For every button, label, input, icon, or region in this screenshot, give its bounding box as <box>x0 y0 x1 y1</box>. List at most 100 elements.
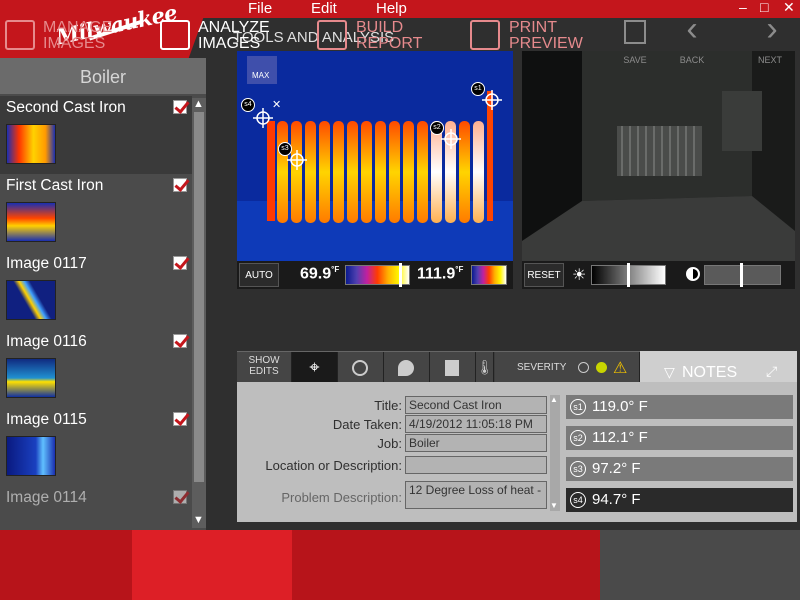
max-label: MAX <box>252 71 270 80</box>
save-button[interactable]: SAVE <box>610 0 660 70</box>
scrollbar-thumb[interactable] <box>194 112 204 482</box>
spot-s3-marker[interactable]: s3 <box>278 142 292 156</box>
spot-badge: s1 <box>570 399 586 416</box>
print-label-2: PREVIEW <box>509 35 583 52</box>
notes-triangle-icon: ▽ <box>664 364 675 380</box>
analyze-images-icon <box>160 20 190 50</box>
show-edits-button[interactable]: SHOW EDITS <box>237 352 292 383</box>
scroll-up-icon[interactable]: ▲ <box>193 98 204 110</box>
analyze-label-2: IMAGES <box>198 35 261 52</box>
sidebar-item-second-cast-iron[interactable]: Second Cast Iron <box>0 96 192 174</box>
location-label: Location or Description: <box>265 458 402 473</box>
temp-max-unit: F <box>458 265 464 274</box>
build-report-icon <box>317 20 347 50</box>
temp-min-value: 69.9 <box>300 265 332 283</box>
palette-knob[interactable] <box>399 263 402 287</box>
sidebar-item-image-0114[interactable]: Image 0114 <box>0 486 192 530</box>
sidebar-item-image-0117[interactable]: Image 0117 <box>0 252 192 330</box>
sidebar-item-first-cast-iron[interactable]: First Cast Iron <box>0 174 192 252</box>
spot-s1-marker[interactable]: s1 <box>471 82 485 96</box>
note-icon <box>445 360 459 376</box>
thumbnail <box>6 436 56 476</box>
contrast-knob[interactable] <box>740 263 743 287</box>
freeform-icon <box>398 360 414 376</box>
details-scroll-down-icon[interactable]: ▼ <box>550 501 558 510</box>
palette-selector[interactable] <box>471 265 507 285</box>
spot-reading-s3[interactable]: s3 97.2° F <box>566 457 793 481</box>
thermal-controls: AUTO 69.9°F 111.9°F <box>237 261 513 289</box>
sidebar-item-image-0116[interactable]: Image 0116 <box>0 330 192 408</box>
item-checkbox[interactable] <box>173 412 187 426</box>
build-report-button[interactable]: BUILD REPORT <box>300 0 450 70</box>
spot-s2-marker[interactable]: s2 <box>430 121 444 135</box>
problem-field[interactable]: 12 Degree Loss of heat - <box>405 481 547 509</box>
nav-right-panel <box>600 530 800 600</box>
manage-images-button[interactable]: MANAGE IMAGES <box>0 0 130 70</box>
note-tool-button[interactable] <box>430 352 476 383</box>
severity-low-icon[interactable] <box>578 362 589 373</box>
thermal-image[interactable]: MAX s1 s2 s3 s4 ✕ <box>237 51 513 261</box>
auto-button[interactable]: AUTO <box>239 263 279 287</box>
date-label: Date Taken: <box>332 417 402 432</box>
visual-controls: RESET ☀ <box>522 261 795 289</box>
expand-icon[interactable]: ⤢ <box>766 363 777 380</box>
job-field[interactable]: Boiler <box>405 434 547 452</box>
item-checkbox[interactable] <box>173 490 187 504</box>
visual-image[interactable] <box>522 51 795 261</box>
item-checkbox[interactable] <box>173 256 187 270</box>
next-label: NEXT <box>757 55 782 65</box>
print-preview-button[interactable]: PRINT PREVIEW <box>460 0 600 70</box>
contrast-icon <box>686 267 700 281</box>
spot-value: 94.7° F <box>592 491 641 508</box>
location-field[interactable] <box>405 456 547 474</box>
details-scroll-up-icon[interactable]: ▲ <box>550 395 558 404</box>
brightness-knob[interactable] <box>627 263 630 287</box>
spot-delete-icon[interactable]: ✕ <box>272 98 281 111</box>
temp-max-value: 111.9 <box>417 265 456 283</box>
spot-s4-marker[interactable]: s4 <box>241 98 255 112</box>
notes-label: NOTES <box>682 364 738 381</box>
next-button[interactable]: › NEXT <box>745 0 795 70</box>
item-label: Image 0114 <box>6 489 87 506</box>
item-checkbox[interactable] <box>173 178 187 192</box>
severity-label: SEVERITY <box>517 362 567 373</box>
title-field[interactable]: Second Cast Iron <box>405 396 547 414</box>
spot-value: 119.0° F <box>592 398 648 415</box>
date-field[interactable]: 4/19/2012 11:05:18 PM <box>405 415 547 433</box>
thermometer-icon: 🌡 <box>476 359 494 375</box>
thumbnail <box>6 280 56 320</box>
thermal-graphic <box>237 51 513 261</box>
back-arrow-icon: ‹ <box>686 10 698 48</box>
area-tool-button[interactable] <box>338 352 384 383</box>
spot-value: 112.1° F <box>592 429 648 446</box>
item-label: Second Cast Iron <box>6 99 126 116</box>
reset-button[interactable]: RESET <box>524 263 564 287</box>
thumbnail <box>6 202 56 242</box>
spot-tool-button[interactable]: ⌖ <box>292 352 338 383</box>
spot-reading-s1[interactable]: s1 119.0° F <box>566 395 793 419</box>
print-preview-icon <box>470 20 500 50</box>
temp-max: 111.9°F <box>417 265 463 283</box>
visual-graphic <box>522 51 795 261</box>
spot-value: 97.2° F <box>592 460 641 477</box>
back-button[interactable]: ‹ BACK <box>667 0 717 70</box>
thermometer-button[interactable]: 🌡 <box>476 352 494 383</box>
scroll-down-icon[interactable]: ▼ <box>193 514 204 526</box>
item-checkbox[interactable] <box>173 100 187 114</box>
item-checkbox[interactable] <box>173 334 187 348</box>
spot-reading-s4[interactable]: s4 94.7° F <box>566 488 793 512</box>
analyze-images-button[interactable]: ANALYZE IMAGES <box>132 0 292 70</box>
spot-reading-s2[interactable]: s2 112.1° F <box>566 426 793 450</box>
spot-badge: s3 <box>570 461 586 478</box>
back-label: BACK <box>679 55 705 65</box>
box-tool-icon <box>352 360 368 376</box>
severity-warning-icon[interactable]: ⚠ <box>613 358 627 378</box>
brightness-icon: ☀ <box>572 267 587 284</box>
item-label: Image 0116 <box>6 333 87 350</box>
freeform-tool-button[interactable] <box>384 352 430 383</box>
severity-medium-icon[interactable] <box>596 362 607 373</box>
sidebar-item-image-0115[interactable]: Image 0115 <box>0 408 192 486</box>
details-scrollbar[interactable] <box>550 395 560 511</box>
save-label: SAVE <box>623 55 647 65</box>
image-sidebar: Boiler Second Cast Iron First Cast Iron … <box>0 58 206 530</box>
